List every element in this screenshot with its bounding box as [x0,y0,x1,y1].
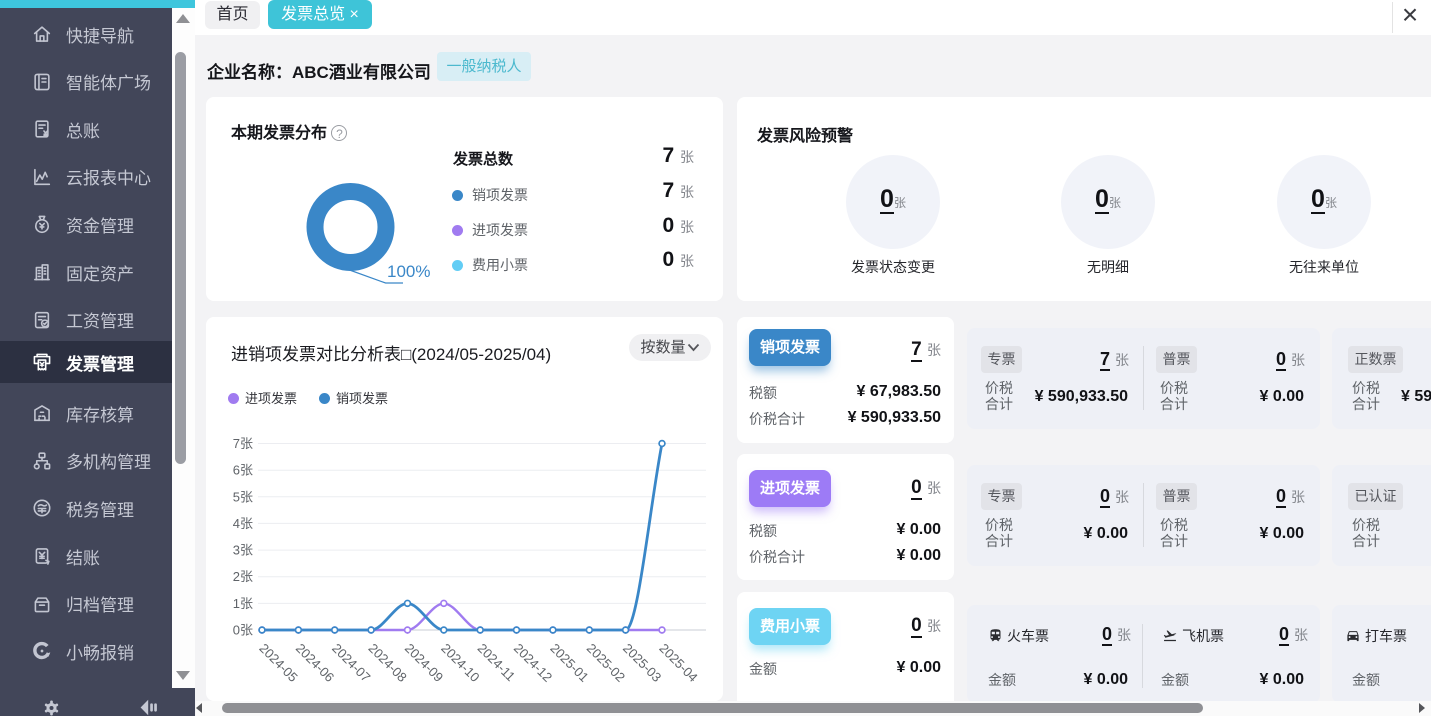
svg-text:2025-03: 2025-03 [620,640,664,684]
svg-text:2025-02: 2025-02 [584,640,628,684]
svg-text:2024-12: 2024-12 [511,640,555,684]
svg-text:2024-11: 2024-11 [475,640,519,684]
svg-text:6张: 6张 [233,463,253,478]
svg-text:2024-05: 2024-05 [256,640,300,684]
svg-text:7张: 7张 [233,436,253,451]
svg-text:1张: 1张 [233,596,253,611]
svg-text:0张: 0张 [233,623,253,638]
svg-text:100%: 100% [387,262,430,281]
svg-text:2024-08: 2024-08 [366,640,410,684]
svg-text:5张: 5张 [233,489,253,504]
svg-text:2025-04: 2025-04 [656,640,700,684]
svg-text:2张: 2张 [233,569,253,584]
svg-text:2024-06: 2024-06 [293,640,337,684]
svg-text:3张: 3张 [233,543,253,558]
svg-text:2024-09: 2024-09 [402,640,446,684]
svg-text:2025-01: 2025-01 [547,640,591,684]
svg-text:4张: 4张 [233,516,253,531]
svg-text:2024-07: 2024-07 [329,640,373,684]
svg-text:2024-10: 2024-10 [438,640,482,684]
